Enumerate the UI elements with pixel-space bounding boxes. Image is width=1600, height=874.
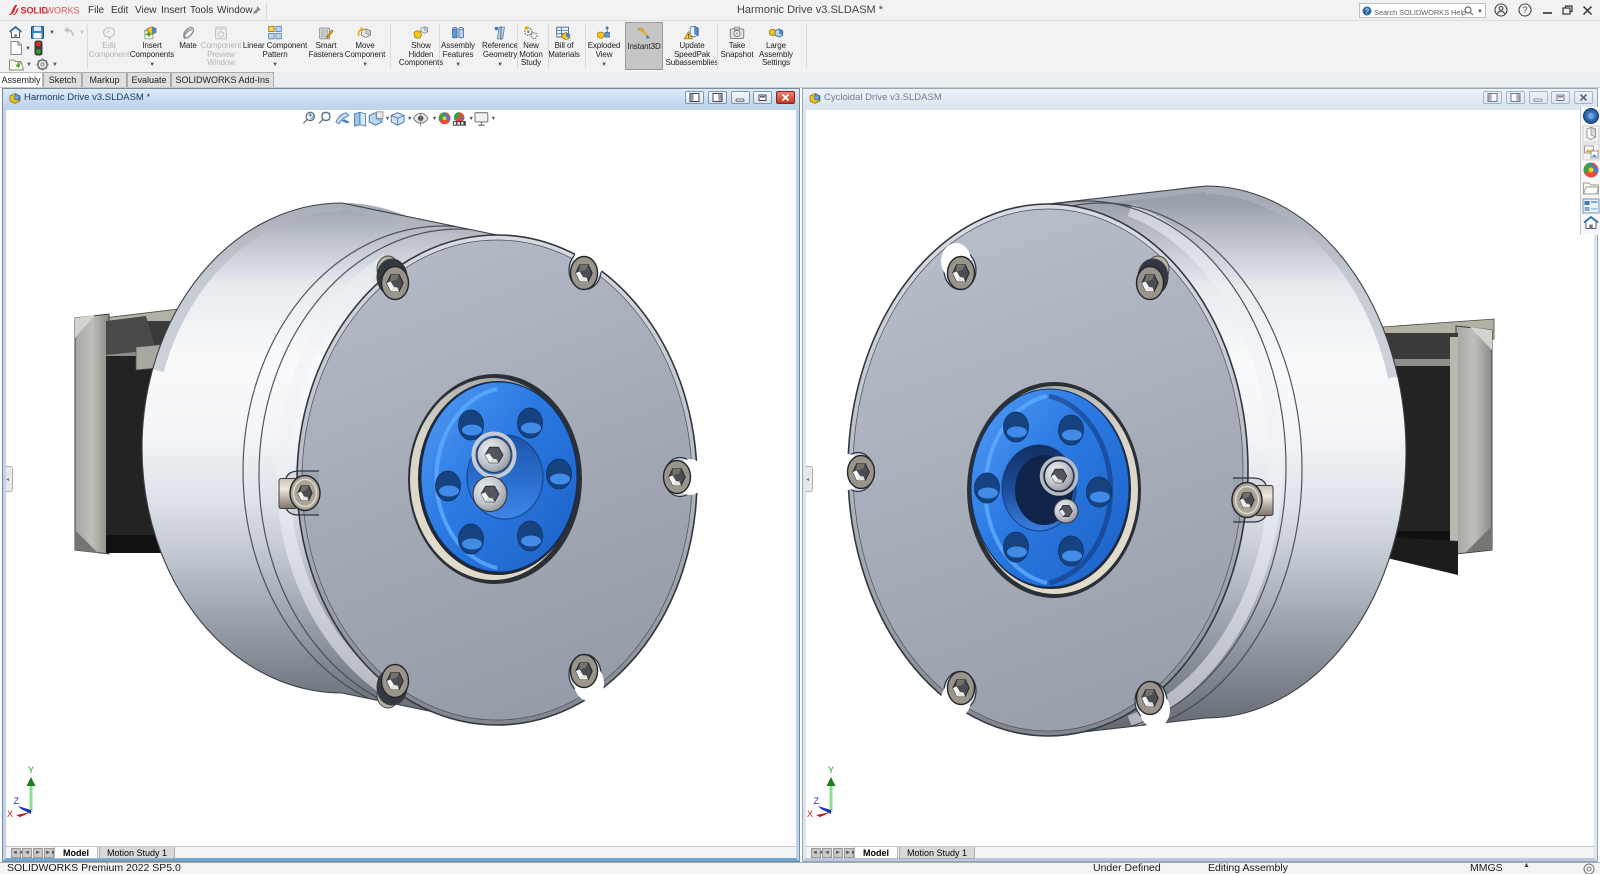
svg-text:WORKS: WORKS xyxy=(46,6,80,16)
svg-text:▼: ▼ xyxy=(491,116,496,122)
svg-text:▼: ▼ xyxy=(385,116,390,122)
svg-text:!: ! xyxy=(687,34,689,40)
svg-text:Z: Z xyxy=(814,796,820,806)
svg-text:?: ? xyxy=(1365,9,1369,16)
svg-text:▼: ▼ xyxy=(469,116,474,122)
svg-text:Y: Y xyxy=(828,765,834,775)
svg-text:X: X xyxy=(807,809,813,819)
svg-text:▼: ▼ xyxy=(432,116,437,122)
svg-text:?: ? xyxy=(1522,5,1527,15)
svg-text:Y: Y xyxy=(28,765,34,775)
svg-text:▼: ▼ xyxy=(407,116,412,122)
svg-text:Z: Z xyxy=(14,796,20,806)
svg-text:X: X xyxy=(7,809,13,819)
svg-text:SOLID: SOLID xyxy=(21,6,49,16)
